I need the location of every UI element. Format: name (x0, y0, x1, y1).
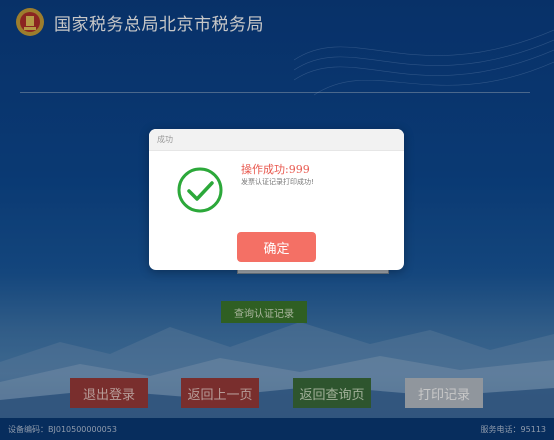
dialog-title: 成功 (157, 135, 173, 144)
success-check-icon (177, 167, 223, 213)
success-dialog: 成功 操作成功:999 发票认证记录打印成功! 确定 (149, 129, 404, 270)
dialog-detail: 发票认证记录打印成功! (241, 178, 314, 186)
dialog-message: 操作成功:999 (241, 163, 310, 176)
confirm-button[interactable]: 确定 (237, 232, 316, 262)
dialog-header: 成功 (149, 129, 404, 151)
